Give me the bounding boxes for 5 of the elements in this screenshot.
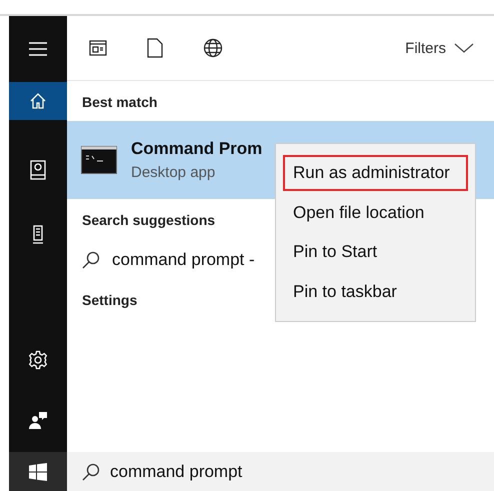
section-heading: Search suggestions: [81, 211, 216, 230]
result-subtitle: Desktop app: [131, 164, 216, 181]
section-heading: Settings: [81, 291, 138, 310]
result-title: Command Prom: [131, 139, 262, 159]
section-heading: Best match: [81, 93, 158, 112]
